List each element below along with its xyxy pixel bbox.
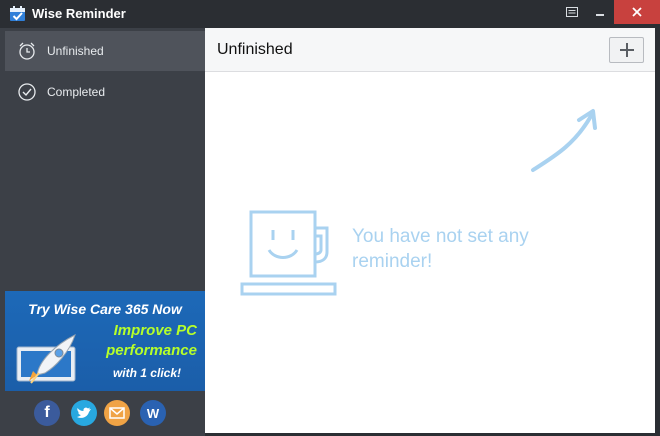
facebook-icon[interactable]: f	[34, 400, 60, 426]
rocket-laptop-icon	[16, 334, 76, 384]
page-title: Unfinished	[217, 41, 293, 58]
empty-state-line1: You have not set any	[352, 226, 529, 247]
sidebar-item-label: Completed	[47, 85, 106, 99]
menu-button[interactable]	[558, 0, 586, 24]
main-header: Unfinished	[205, 28, 655, 72]
sidebar: Unfinished Completed Try Wise Care 365 N…	[0, 28, 205, 436]
email-icon[interactable]	[104, 400, 130, 426]
app-calendar-icon	[10, 6, 25, 21]
ad-subheadline: Improve PC performance	[106, 321, 197, 361]
main-panel: Unfinished You have not set any reminder…	[205, 28, 655, 433]
empty-state-message: You have not set any reminder!	[352, 224, 582, 274]
minimize-button[interactable]	[586, 0, 614, 24]
empty-state-line2: reminder!	[352, 251, 433, 272]
plus-icon	[619, 43, 634, 57]
close-button[interactable]	[614, 0, 660, 24]
envelope-icon	[109, 407, 125, 419]
check-circle-icon	[18, 83, 36, 101]
arrow-up-right-icon	[531, 109, 597, 172]
ad-subheadline-line1: Improve PC	[113, 322, 197, 339]
sidebar-item-unfinished[interactable]: Unfinished	[5, 31, 205, 71]
wise-care-ad-banner[interactable]: Try Wise Care 365 Now Improve PC perform…	[5, 291, 205, 391]
wise-icon[interactable]: W	[140, 400, 166, 426]
twitter-icon[interactable]	[71, 400, 97, 426]
sidebar-item-label: Unfinished	[47, 44, 104, 58]
ad-headline: Try Wise Care 365 Now	[28, 301, 182, 317]
title-bar: Wise Reminder	[0, 0, 660, 28]
minimize-icon	[596, 14, 604, 16]
smiley-mug-icon	[240, 210, 337, 296]
bird-icon	[77, 407, 91, 418]
ad-tagline: with 1 click!	[112, 366, 181, 380]
alarm-clock-icon	[19, 42, 35, 60]
add-reminder-button[interactable]	[609, 37, 644, 63]
sidebar-item-completed[interactable]: Completed	[5, 72, 205, 112]
ad-subheadline-line2: performance	[106, 342, 197, 359]
app-title: Wise Reminder	[32, 6, 126, 21]
close-icon	[632, 7, 642, 17]
menu-icon	[566, 7, 578, 17]
